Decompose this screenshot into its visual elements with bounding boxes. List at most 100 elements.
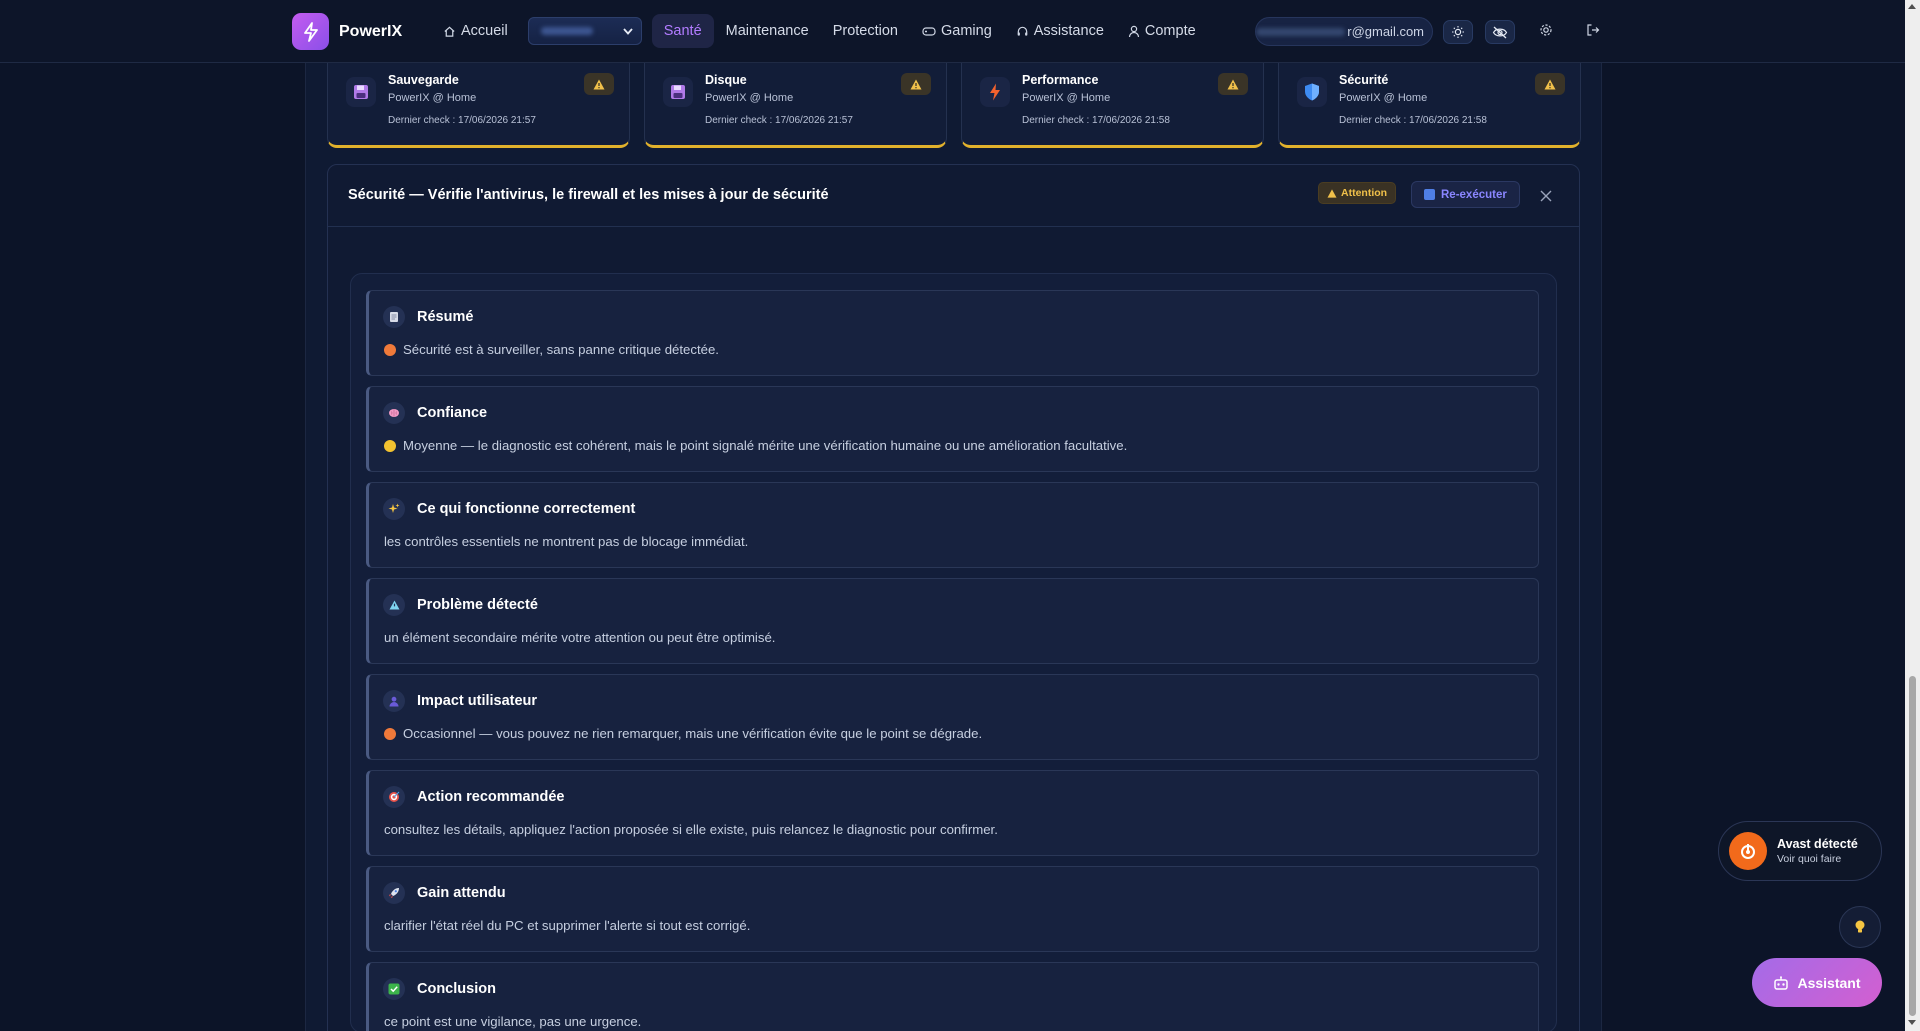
robot-icon <box>1774 975 1789 990</box>
assistant-button-label: Assistant <box>1797 974 1861 991</box>
section-title: Ce qui fonctionne correctement <box>417 501 636 517</box>
section-body: clarifier l'état réel du PC et supprimer… <box>384 918 750 933</box>
email-redacted <box>1256 27 1346 36</box>
diagnostic-detail-panel: Sécurité — Vérifie l'antivirus, le firew… <box>327 164 1580 1031</box>
warning-icon <box>1218 73 1248 95</box>
status-card-disk[interactable]: Disque PowerIX @ Home Dernier check : 17… <box>644 63 947 148</box>
card-subtitle: PowerIX @ Home <box>1022 92 1111 104</box>
section-body: les contrôles essentiels ne montrent pas… <box>384 534 748 549</box>
privacy-toggle-button[interactable] <box>1485 20 1515 44</box>
section-title: Résumé <box>417 309 474 325</box>
detail-title: Sécurité — Vérifie l'antivirus, le firew… <box>348 187 829 203</box>
nav-health-label: Santé <box>663 23 702 39</box>
card-title: Performance <box>1022 73 1099 87</box>
section-text: un élément secondaire mérite votre atten… <box>384 630 776 645</box>
section-user-impact: Impact utilisateur Occasionnel — vous po… <box>366 674 1539 760</box>
warning-icon <box>584 73 614 95</box>
avast-detected-toast[interactable]: Avast détecté Voir quoi faire <box>1718 821 1882 881</box>
section-text: Occasionnel — vous pouvez ne rien remarq… <box>403 726 983 741</box>
user-email-field[interactable]: r@gmail.com <box>1255 17 1433 46</box>
status-card-backup[interactable]: Sauvegarde PowerIX @ Home Dernier check … <box>327 63 630 148</box>
logout-icon <box>1587 24 1600 36</box>
workspace-select-value <box>540 27 593 35</box>
card-subtitle: PowerIX @ Home <box>1339 92 1428 104</box>
avast-icon <box>1729 832 1767 870</box>
section-text: consultez les détails, appliquez l'actio… <box>384 822 998 837</box>
section-text: ce point est une vigilance, pas une urge… <box>384 1014 642 1029</box>
scroll-up-arrow-icon[interactable] <box>1908 4 1916 9</box>
section-recommended-action: Action recommandée consultez les détails… <box>366 770 1539 856</box>
severity-dot <box>384 439 396 452</box>
gamepad-icon <box>922 26 936 36</box>
check-icon <box>383 978 405 1000</box>
chevron-down-icon <box>623 27 633 35</box>
card-last-check: Dernier check : 17/06/2026 21:57 <box>388 115 536 126</box>
nav-support[interactable]: Assistance <box>1004 14 1116 48</box>
sparkles-icon <box>383 498 405 520</box>
close-icon <box>1540 190 1552 202</box>
nav-account[interactable]: Compte <box>1116 14 1208 48</box>
brand[interactable]: PowerIX <box>292 13 402 50</box>
scroll-down-arrow-icon[interactable] <box>1908 1020 1916 1025</box>
section-title: Problème détecté <box>417 597 538 613</box>
settings-button[interactable] <box>1537 21 1555 39</box>
nav-maintenance-label: Maintenance <box>725 23 809 39</box>
workspace-select[interactable] <box>527 17 642 45</box>
main-nav: Accueil Santé Maintenance Protection Gam… <box>431 14 1208 48</box>
theme-toggle-button[interactable] <box>1443 20 1473 44</box>
section-body: consultez les détails, appliquez l'actio… <box>384 822 998 837</box>
section-title: Impact utilisateur <box>417 693 538 709</box>
brain-icon <box>383 402 405 424</box>
top-nav-bar: PowerIX Accueil Santé Maintenance Protec… <box>0 0 1905 63</box>
scroll-thumb[interactable] <box>1909 676 1916 1016</box>
card-subtitle: PowerIX @ Home <box>705 92 794 104</box>
sun-icon <box>1452 26 1464 38</box>
logout-button[interactable] <box>1584 21 1602 39</box>
section-body: un élément secondaire mérite votre atten… <box>384 630 775 645</box>
section-body: Moyenne — le diagnostic est cohérent, ma… <box>384 438 1127 453</box>
rerun-button[interactable]: Re-exécuter <box>1411 181 1520 208</box>
status-badge-label: Attention <box>1341 187 1388 199</box>
nav-protection[interactable]: Protection <box>821 14 910 48</box>
nav-gaming[interactable]: Gaming <box>910 14 1004 48</box>
section-body: ce point est une vigilance, pas une urge… <box>384 1014 641 1029</box>
eye-off-icon <box>1492 26 1508 38</box>
section-title: Conclusion <box>417 981 496 997</box>
brand-name: PowerIX <box>339 22 403 40</box>
status-card-security[interactable]: Sécurité PowerIX @ Home Dernier check : … <box>1278 63 1581 148</box>
lightning-logo-icon <box>292 13 329 50</box>
status-card-performance[interactable]: Performance PowerIX @ Home Dernier check… <box>961 63 1264 148</box>
card-last-check: Dernier check : 17/06/2026 21:57 <box>705 115 853 126</box>
section-summary: Résumé Sécurité est à surveiller, sans p… <box>366 290 1539 376</box>
nav-home[interactable]: Accueil <box>431 14 520 48</box>
card-last-check: Dernier check : 17/06/2026 21:58 <box>1022 115 1170 126</box>
section-body: Occasionnel — vous pouvez ne rien remarq… <box>384 726 982 741</box>
section-text: les contrôles essentiels ne montrent pas… <box>384 534 749 549</box>
card-title: Disque <box>705 73 747 87</box>
warning-icon <box>901 73 931 95</box>
floppy-icon <box>663 77 693 107</box>
card-last-check: Dernier check : 17/06/2026 21:58 <box>1339 115 1487 126</box>
card-title: Sécurité <box>1339 73 1389 87</box>
lightbulb-icon <box>1855 920 1865 933</box>
tips-button[interactable] <box>1839 906 1881 948</box>
assistant-button[interactable]: Assistant <box>1752 958 1882 1007</box>
section-body: Sécurité est à surveiller, sans panne cr… <box>384 342 719 357</box>
warning-icon <box>1535 73 1565 95</box>
nav-maintenance[interactable]: Maintenance <box>714 14 821 48</box>
rerun-button-label: Re-exécuter <box>1441 188 1507 201</box>
nav-health[interactable]: Santé <box>651 14 714 48</box>
target-icon <box>383 786 405 808</box>
nav-home-label: Accueil <box>461 23 508 39</box>
gear-icon <box>1540 24 1552 36</box>
close-button[interactable] <box>1538 188 1554 204</box>
detail-header: Sécurité — Vérifie l'antivirus, le firew… <box>328 165 1579 227</box>
section-text: Sécurité est à surveiller, sans panne cr… <box>403 342 719 357</box>
user-icon <box>1128 25 1139 37</box>
page-scrollbar[interactable] <box>1905 0 1920 1031</box>
section-title: Action recommandée <box>417 789 565 805</box>
warning-icon <box>1327 188 1337 198</box>
section-problem-detected: Problème détecté un élément secondaire m… <box>366 578 1539 664</box>
user-icon <box>383 690 405 712</box>
nav-support-label: Assistance <box>1033 23 1104 39</box>
